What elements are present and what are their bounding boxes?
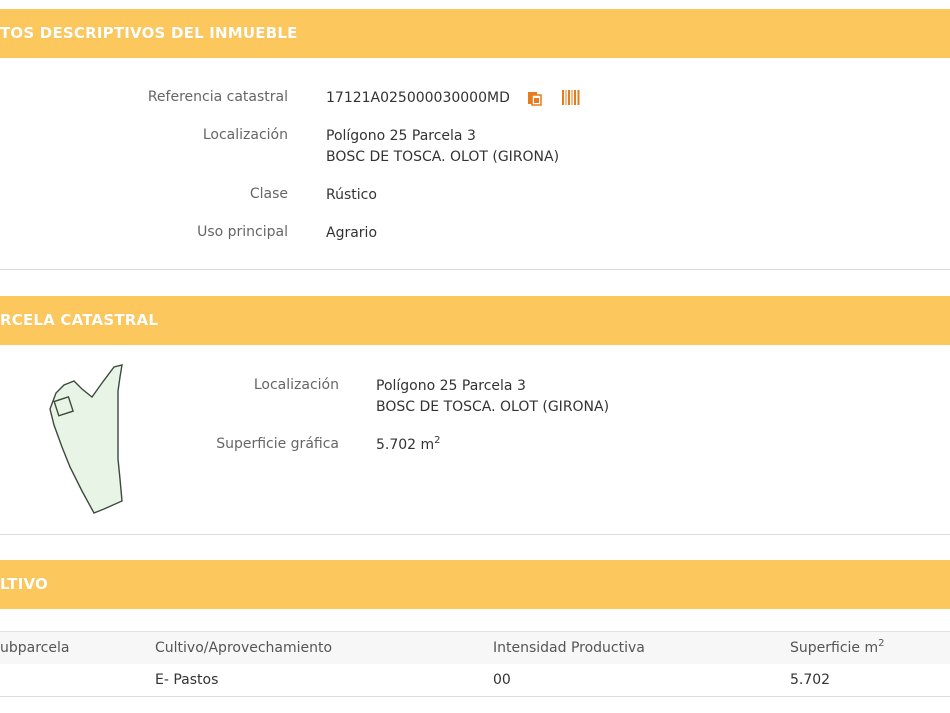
parcela-localizacion-label: Localización <box>253 377 339 393</box>
referencia-label: Referencia catastral <box>147 89 288 105</box>
col-cultivo: Cultivo/Aprovechamiento <box>155 640 333 656</box>
section-title: RCELA CATASTRAL <box>0 311 159 329</box>
copy-icon[interactable] <box>527 91 543 110</box>
uso-principal-value: Agrario <box>326 225 378 241</box>
parcela-localizacion-line1: Polígono 25 Parcela 3 <box>376 378 526 394</box>
referencia-value: 17121A025000030000MD <box>326 90 510 106</box>
uso-principal-label: Uso principal <box>197 224 288 240</box>
cell-intensidad: 00 <box>493 672 511 688</box>
col-subparcela: ubparcela <box>0 640 70 656</box>
barcode-icon[interactable] <box>562 90 580 109</box>
section-header-cultivo[interactable]: LTIVO <box>0 560 950 609</box>
clase-label: Clase <box>249 186 288 202</box>
col-intensidad: Intensidad Productiva <box>493 640 645 656</box>
section-header-parcela-catastral[interactable]: RCELA CATASTRAL <box>0 296 950 345</box>
section-title: TOS DESCRIPTIVOS DEL INMUEBLE <box>0 24 298 42</box>
cell-superficie: 5.702 <box>790 672 831 688</box>
col-superficie: Superficie m2 <box>790 638 885 657</box>
cultivo-table-header: ubparcela Cultivo/Aprovechamiento Intens… <box>0 631 950 665</box>
localizacion-line1: Polígono 25 Parcela 3 <box>326 128 476 144</box>
table-row: E- Pastos 00 5.702 <box>0 664 950 697</box>
superficie-grafica-value: 5.702 m2 <box>376 435 441 454</box>
cell-cultivo: E- Pastos <box>155 672 219 688</box>
superficie-grafica-label: Superficie gráfica <box>216 436 339 452</box>
clase-value: Rústico <box>326 187 377 203</box>
parcel-map-thumbnail[interactable] <box>46 363 126 523</box>
parcela-localizacion-line2: BOSC DE TOSCA. OLOT (GIRONA) <box>376 399 610 415</box>
parcela-catastral-panel: Localización Polígono 25 Parcela 3 BOSC … <box>0 345 950 535</box>
localizacion-label: Localización <box>202 127 288 143</box>
datos-descriptivos-panel: Referencia catastral 17121A025000030000M… <box>0 58 950 270</box>
localizacion-line2: BOSC DE TOSCA. OLOT (GIRONA) <box>326 149 560 165</box>
section-title: LTIVO <box>0 575 48 593</box>
section-header-datos-descriptivos[interactable]: TOS DESCRIPTIVOS DEL INMUEBLE <box>0 9 950 58</box>
